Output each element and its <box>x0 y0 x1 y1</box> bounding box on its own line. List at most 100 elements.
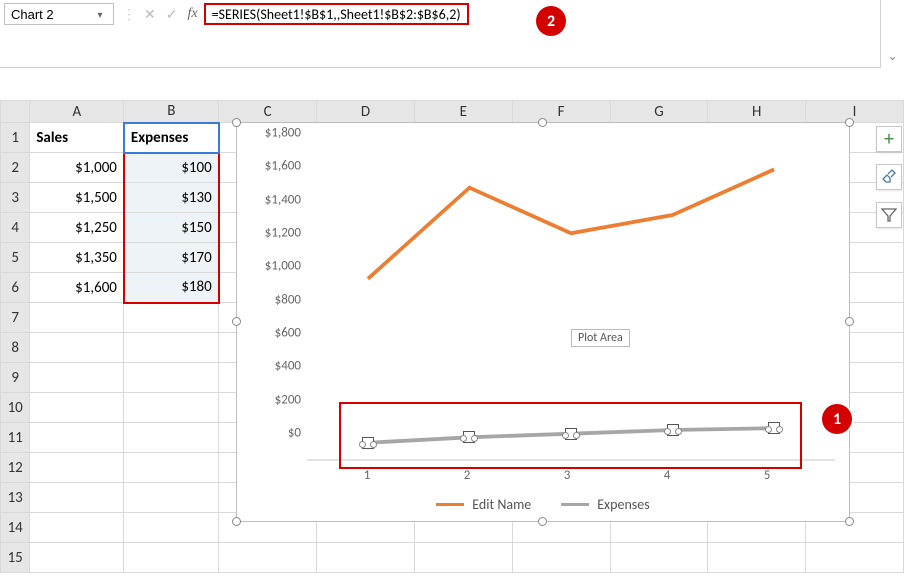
cell[interactable] <box>124 393 219 423</box>
row-header[interactable]: 6 <box>1 273 30 303</box>
y-tick-label: $1,400 <box>251 192 301 207</box>
col-header-E[interactable]: E <box>414 101 512 123</box>
col-header-F[interactable]: F <box>512 101 610 123</box>
cell[interactable] <box>610 543 708 573</box>
cell[interactable] <box>30 543 124 573</box>
resize-handle[interactable] <box>232 317 241 326</box>
cell[interactable] <box>30 393 124 423</box>
cell[interactable] <box>124 543 219 573</box>
enter-icon[interactable]: ✓ <box>166 6 178 23</box>
row-header[interactable]: 12 <box>1 453 30 483</box>
cell[interactable] <box>30 483 124 513</box>
chart-object[interactable]: Plot Area $0$200$400$600$800$1,000$1,200… <box>236 122 850 522</box>
separator: ⋮ <box>120 6 138 23</box>
select-all-corner[interactable] <box>1 101 30 123</box>
col-header-B[interactable]: B <box>124 101 219 123</box>
row-header[interactable]: 3 <box>1 183 30 213</box>
cell[interactable]: $150 <box>124 213 219 243</box>
cell[interactable] <box>317 543 415 573</box>
fx-label[interactable]: fx <box>187 6 197 22</box>
name-box-input[interactable] <box>5 7 91 22</box>
cell[interactable] <box>30 453 124 483</box>
cell[interactable]: $1,500 <box>30 183 124 213</box>
y-tick-label: $200 <box>251 392 301 407</box>
row-header[interactable]: 2 <box>1 153 30 183</box>
col-header-A[interactable]: A <box>30 101 124 123</box>
cell[interactable] <box>30 333 124 363</box>
row-header[interactable]: 13 <box>1 483 30 513</box>
cell[interactable] <box>30 363 124 393</box>
chart-elements-button[interactable]: + <box>876 126 902 152</box>
cell[interactable] <box>124 363 219 393</box>
cell[interactable] <box>30 423 124 453</box>
formula-bar[interactable]: =SERIES(Sheet1!$B$1,,Sheet1!$B$2:$B$6,2) <box>204 3 469 25</box>
cancel-icon[interactable]: ✕ <box>144 6 156 23</box>
cell[interactable] <box>219 543 317 573</box>
row-header[interactable]: 5 <box>1 243 30 273</box>
cell[interactable] <box>512 543 610 573</box>
row-header[interactable]: 8 <box>1 333 30 363</box>
row-header[interactable]: 9 <box>1 363 30 393</box>
cell[interactable] <box>124 483 219 513</box>
cell[interactable] <box>30 513 124 543</box>
cell[interactable]: $1,600 <box>30 273 124 303</box>
row-header[interactable]: 4 <box>1 213 30 243</box>
cell[interactable] <box>708 543 806 573</box>
chart-styles-button[interactable] <box>876 164 902 190</box>
cell[interactable]: $100 <box>124 153 219 183</box>
col-header-H[interactable]: H <box>708 101 806 123</box>
cell[interactable] <box>124 303 219 333</box>
cell[interactable]: $1,000 <box>30 153 124 183</box>
resize-handle[interactable] <box>232 517 241 526</box>
name-box[interactable]: ▾ <box>4 3 114 25</box>
y-tick-label: $1,000 <box>251 259 301 274</box>
legend-line-icon <box>436 503 464 506</box>
cell[interactable]: $130 <box>124 183 219 213</box>
chart-legend[interactable]: Edit Name Expenses <box>237 496 849 513</box>
cell[interactable] <box>30 303 124 333</box>
y-tick-label: $600 <box>251 326 301 341</box>
row-header[interactable]: 7 <box>1 303 30 333</box>
resize-handle[interactable] <box>538 517 547 526</box>
cell[interactable]: $1,250 <box>30 213 124 243</box>
x-tick-label: 1 <box>364 468 371 483</box>
x-tick-label: 2 <box>464 468 471 483</box>
legend-item-edit-name[interactable]: Edit Name <box>436 496 531 513</box>
series-line[interactable] <box>368 169 774 278</box>
cell[interactable] <box>124 423 219 453</box>
resize-handle[interactable] <box>845 118 854 127</box>
name-box-dropdown[interactable]: ▾ <box>91 8 109 21</box>
cell[interactable] <box>124 513 219 543</box>
x-tick-label: 5 <box>764 468 771 483</box>
row-header[interactable]: 15 <box>1 543 30 573</box>
row-header[interactable]: 11 <box>1 423 30 453</box>
cell[interactable]: Expenses <box>124 123 219 153</box>
callout-badge-2: 2 <box>536 6 566 36</box>
col-header-D[interactable]: D <box>317 101 415 123</box>
col-header-G[interactable]: G <box>610 101 708 123</box>
cell[interactable] <box>124 333 219 363</box>
row-header[interactable]: 1 <box>1 123 30 153</box>
resize-handle[interactable] <box>845 517 854 526</box>
row-header[interactable]: 14 <box>1 513 30 543</box>
column-headers[interactable]: A B C D E F G H I <box>1 101 904 123</box>
cell[interactable] <box>124 453 219 483</box>
cell[interactable]: $1,350 <box>30 243 124 273</box>
formula-expand-button[interactable]: ⌄ <box>880 0 904 68</box>
plot-area[interactable]: Plot Area $0$200$400$600$800$1,000$1,200… <box>251 133 835 461</box>
row-header[interactable]: 10 <box>1 393 30 423</box>
resize-handle[interactable] <box>538 118 547 127</box>
formula-text[interactable]: =SERIES(Sheet1!$B$1,,Sheet1!$B$2:$B$6,2) <box>212 6 461 23</box>
chart-filter-button[interactable] <box>876 202 902 228</box>
y-tick-label: $0 <box>251 426 301 441</box>
resize-handle[interactable] <box>232 118 241 127</box>
col-header-I[interactable]: I <box>806 101 904 123</box>
cell[interactable]: $170 <box>124 243 219 273</box>
cell[interactable]: Sales <box>30 123 124 153</box>
cell[interactable] <box>414 543 512 573</box>
legend-item-expenses[interactable]: Expenses <box>561 496 650 513</box>
resize-handle[interactable] <box>845 317 854 326</box>
cell[interactable]: $180 <box>124 273 219 303</box>
cell[interactable] <box>806 543 904 573</box>
x-tick-label: 4 <box>664 468 671 483</box>
